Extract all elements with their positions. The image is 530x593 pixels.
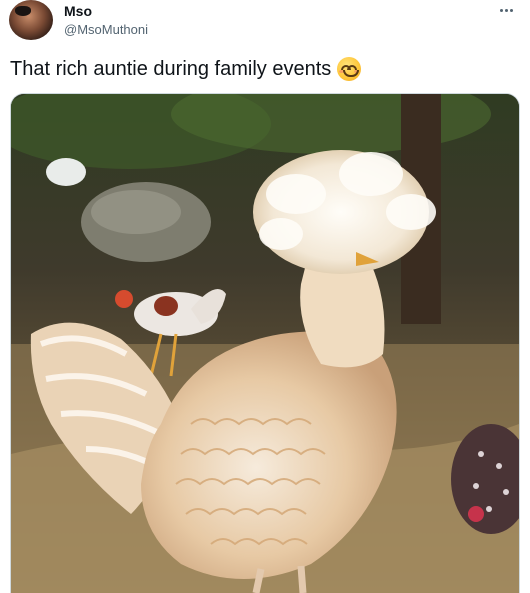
smiling-face-emoji-icon (337, 57, 362, 81)
author-handle[interactable]: @MsoMuthoni (64, 22, 148, 37)
tweet-text: That rich auntie during family events (10, 57, 332, 80)
chicken-photo-illustration (11, 94, 519, 593)
tweet-photo[interactable] (10, 93, 520, 593)
author-name[interactable]: Mso (64, 3, 92, 19)
more-options-icon[interactable] (494, 2, 518, 18)
avatar[interactable] (9, 0, 53, 40)
tweet: Mso @MsoMuthoni That rich auntie during … (0, 0, 530, 593)
tweet-text-row: That rich auntie during family events (10, 57, 362, 81)
